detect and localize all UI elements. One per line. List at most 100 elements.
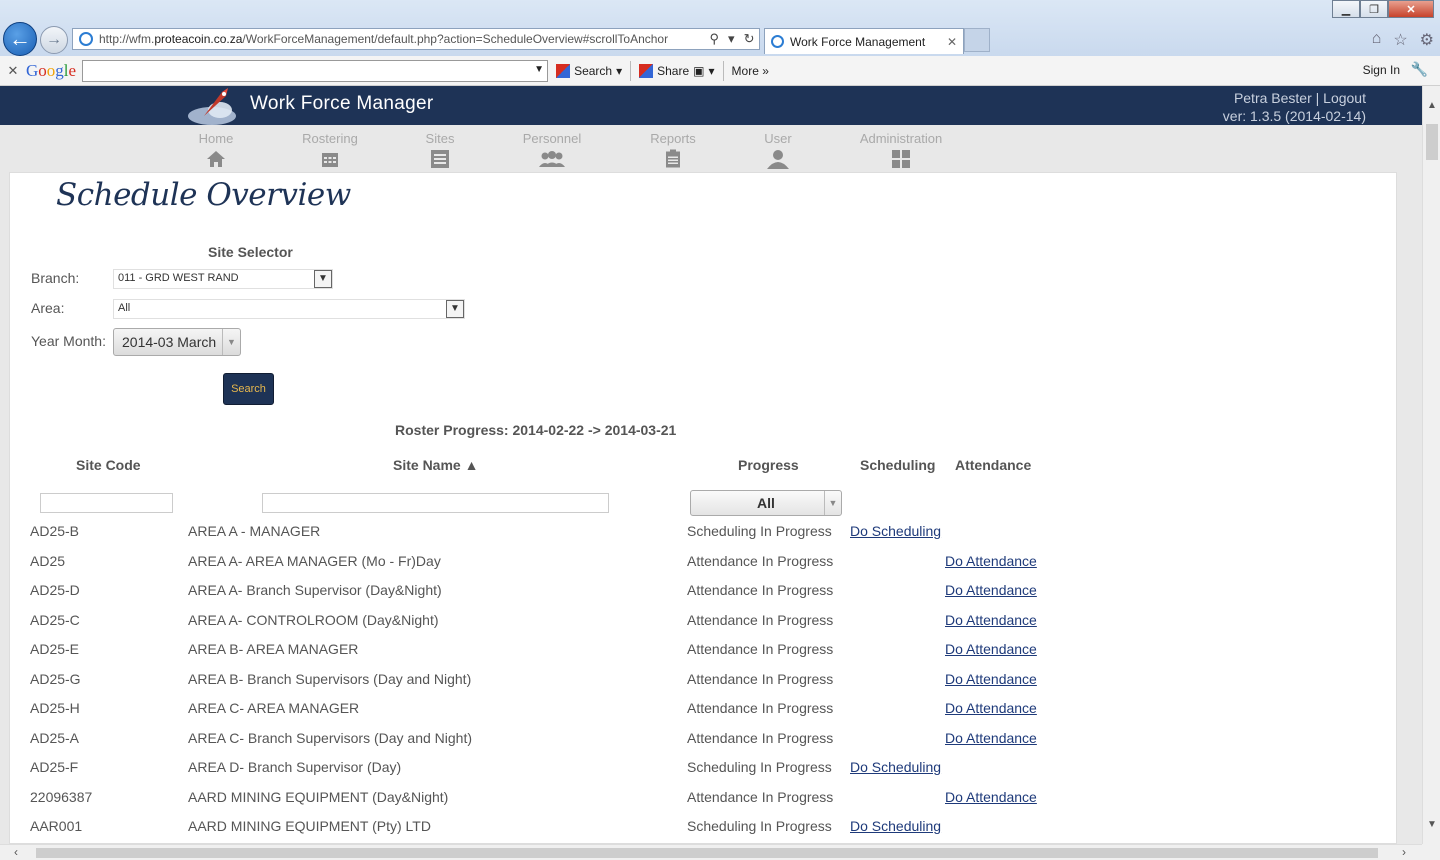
wrench-icon[interactable]: 🔧 xyxy=(1411,61,1428,78)
nav-home[interactable]: Home xyxy=(166,131,266,169)
column-header-site-code[interactable]: Site Code xyxy=(76,457,141,473)
site-code-cell: AD25-C xyxy=(30,611,80,628)
vertical-scroll-thumb[interactable] xyxy=(1426,124,1438,160)
back-button[interactable]: ← xyxy=(3,22,37,56)
site-name-cell: AREA B- AREA MANAGER xyxy=(188,641,359,657)
spellcheck-icon[interactable]: ▣ xyxy=(693,64,704,78)
ie-icon xyxy=(771,35,784,48)
sign-in-link[interactable]: Sign In xyxy=(1363,63,1400,77)
grid-icon xyxy=(892,150,910,168)
roster-progress-label: Roster Progress: 2014-02-22 -> 2014-03-2… xyxy=(395,422,677,438)
gear-icon[interactable]: ⚙ xyxy=(1420,30,1434,50)
do-attendance-link[interactable]: Do Attendance xyxy=(945,553,1037,569)
site-name-cell: AREA C- AREA MANAGER xyxy=(188,700,360,716)
forward-button[interactable]: → xyxy=(40,26,68,54)
site-selector-heading: Site Selector xyxy=(208,244,293,260)
nav-reports[interactable]: Reports xyxy=(623,131,723,169)
address-bar[interactable]: http://wfm.proteacoin.co.za/WorkForceMan… xyxy=(72,28,760,50)
address-tools: ⚲ ▾ ↻ xyxy=(705,31,759,47)
horizontal-scrollbar[interactable]: ‹ › xyxy=(0,844,1422,860)
site-code-cell: AD25-E xyxy=(30,641,80,657)
sites-icon xyxy=(431,150,449,168)
close-icon[interactable]: ✕ xyxy=(0,63,26,79)
nav-sites[interactable]: Sites xyxy=(390,131,490,169)
nav-user[interactable]: User xyxy=(728,131,828,169)
browser-tab[interactable]: Work Force Management ✕ xyxy=(764,28,964,54)
scroll-up-icon[interactable]: ▲ xyxy=(1427,100,1437,111)
window-controls: ▁ ❐ ✕ xyxy=(1332,0,1434,18)
scroll-down-icon[interactable]: ▼ xyxy=(1427,819,1437,830)
chevron-down-icon[interactable]: ▾ xyxy=(728,31,735,47)
share-icon xyxy=(639,63,654,78)
new-tab-button[interactable] xyxy=(964,28,990,52)
progress-filter-select[interactable]: All ▼ xyxy=(690,490,842,516)
site-name-cell: AREA D- Branch Supervisor (Day) xyxy=(188,759,402,775)
chevron-down-icon: ▼ xyxy=(824,491,841,515)
do-attendance-link[interactable]: Do Attendance xyxy=(945,730,1037,746)
refresh-icon[interactable]: ↻ xyxy=(744,31,755,47)
horizontal-scroll-thumb[interactable] xyxy=(36,848,1378,858)
do-attendance-link[interactable]: Do Attendance xyxy=(945,612,1037,628)
table-row: AD25-E AREA B- AREA MANAGER Attendance In … xyxy=(10,635,1110,664)
site-name-cell: AREA A- CONTROLROOM (Day&Night) xyxy=(188,611,439,628)
do-attendance-link[interactable]: Do Attendance xyxy=(945,641,1037,657)
calendar-icon xyxy=(322,153,338,167)
progress-cell: Scheduling In Progress xyxy=(687,759,832,775)
do-attendance-link[interactable]: Do Attendance xyxy=(945,789,1037,805)
site-code-cell: AD25 xyxy=(30,552,66,569)
nav-rostering[interactable]: Rostering xyxy=(280,131,380,169)
do-scheduling-link[interactable]: Do Scheduling xyxy=(850,759,941,775)
google-search-input[interactable]: ▼ xyxy=(82,59,549,82)
site-name-cell: AREA A- AREA MANAGER (Mo - Fr)Day xyxy=(188,552,441,569)
do-attendance-link[interactable]: Do Attendance xyxy=(945,671,1037,687)
chevron-down-icon: ▼ xyxy=(222,329,240,355)
restore-button[interactable]: ❐ xyxy=(1360,0,1388,18)
browser-toolbar-icons: ⌂ ☆ ⚙ xyxy=(1372,30,1434,50)
user-logout-link[interactable]: Petra Bester | Logout xyxy=(1223,89,1366,107)
site-name-cell: AARD MINING EQUIPMENT (Pty) LTD xyxy=(188,818,431,834)
google-share-button[interactable]: Share ▣ ▾ xyxy=(639,63,715,78)
column-header-attendance[interactable]: Attendance xyxy=(955,457,1031,473)
do-attendance-link[interactable]: Do Attendance xyxy=(945,582,1037,598)
do-scheduling-link[interactable]: Do Scheduling xyxy=(850,523,941,539)
site-code-cell: AD25-B xyxy=(30,523,80,539)
scroll-right-icon[interactable]: › xyxy=(1402,845,1406,859)
tab-close-icon[interactable]: ✕ xyxy=(947,35,957,49)
home-icon[interactable]: ⌂ xyxy=(1372,30,1382,50)
google-search-button[interactable]: Search ▾ xyxy=(556,63,622,78)
search-button[interactable]: Search xyxy=(223,373,274,405)
site-name-cell: AARD MINING EQUIPMENT (Day&Night) xyxy=(188,788,449,805)
column-header-site-name[interactable]: Site Name ▲ xyxy=(393,457,478,473)
google-more-button[interactable]: More » xyxy=(732,64,769,78)
people-icon xyxy=(539,151,565,167)
branch-select[interactable]: 011 - GRD WEST RAND ▼ xyxy=(113,269,333,289)
site-code-filter-input[interactable] xyxy=(40,493,173,513)
column-header-scheduling[interactable]: Scheduling xyxy=(860,457,935,473)
branch-select-value: 011 - GRD WEST RAND xyxy=(118,272,239,284)
site-name-filter-input[interactable] xyxy=(262,493,609,513)
area-select-value: All xyxy=(118,302,131,314)
area-label: Area: xyxy=(31,300,65,316)
do-scheduling-link[interactable]: Do Scheduling xyxy=(850,818,941,834)
area-select[interactable]: All ▼ xyxy=(113,299,465,319)
table-row: AD25 AREA A- AREA MANAGER (Mo - Fr)Day Att… xyxy=(10,547,1110,576)
do-attendance-link[interactable]: Do Attendance xyxy=(945,700,1037,716)
version-label: ver: 1.3.5 (2014-02-14) xyxy=(1222,108,1366,124)
progress-cell: Attendance In Progress xyxy=(687,552,834,569)
site-name-cell: AREA C- Branch Supervisors (Day and Nigh… xyxy=(188,729,472,746)
scroll-left-icon[interactable]: ‹ xyxy=(14,845,18,859)
nav-administration[interactable]: Administration xyxy=(851,131,951,169)
close-button[interactable]: ✕ xyxy=(1388,0,1434,18)
vertical-scrollbar[interactable]: ▲ ▼ xyxy=(1422,86,1440,844)
tab-title: Work Force Management xyxy=(790,34,926,49)
year-month-select[interactable]: 2014-03 March ▼ xyxy=(113,328,241,356)
site-code-cell: 22096387 xyxy=(30,788,93,805)
content-panel: Schedule Overview Site Selector Branch: … xyxy=(9,172,1397,844)
minimize-button[interactable]: ▁ xyxy=(1332,0,1360,18)
column-header-progress[interactable]: Progress xyxy=(738,457,799,473)
site-name-cell: AREA B- Branch Supervisors (Day and Nigh… xyxy=(188,670,472,687)
search-icon[interactable]: ⚲ xyxy=(710,31,720,47)
nav-personnel[interactable]: Personnel xyxy=(502,131,602,169)
favorites-star-icon[interactable]: ☆ xyxy=(1393,30,1407,50)
chevron-down-icon[interactable]: ▼ xyxy=(534,64,544,75)
